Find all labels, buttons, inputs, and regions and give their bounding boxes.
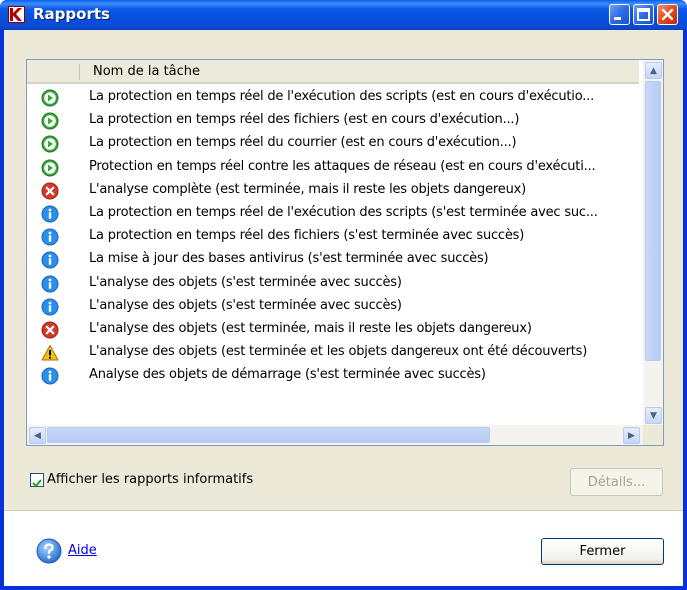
- error-icon: [41, 182, 59, 200]
- close-window-button[interactable]: [657, 4, 678, 25]
- scroll-left-button[interactable]: ◀: [29, 427, 46, 444]
- warning-icon: [41, 344, 59, 362]
- details-button[interactable]: Détails...: [570, 468, 663, 496]
- info-icon: [41, 205, 59, 223]
- minimize-button[interactable]: [609, 4, 630, 25]
- list-item[interactable]: L'analyse des objets (est terminée, mais…: [27, 319, 639, 341]
- list-item[interactable]: La protection en temps réel des fichiers…: [27, 226, 639, 248]
- scroll-up-button[interactable]: ▲: [645, 62, 662, 79]
- horizontal-scroll-thumb[interactable]: [47, 427, 490, 443]
- list-item[interactable]: La protection en temps réel de l'exécuti…: [27, 87, 639, 109]
- list-item-label: La mise à jour des bases antivirus (s'es…: [89, 251, 489, 267]
- info-icon: [41, 275, 59, 293]
- show-info-reports-label[interactable]: Afficher les rapports informatifs: [47, 472, 253, 487]
- list-item-label: L'analyse des objets (est terminée et le…: [89, 344, 588, 360]
- show-info-reports-checkbox[interactable]: [30, 473, 44, 488]
- title-bar[interactable]: Rapports: [0, 0, 687, 30]
- list-item[interactable]: Protection en temps réel contre les atta…: [27, 157, 639, 179]
- list-item-label: Protection en temps réel contre les atta…: [89, 158, 596, 174]
- list-item-label: L'analyse des objets (s'est terminée ave…: [89, 297, 402, 313]
- list-item[interactable]: L'analyse des objets (s'est terminée ave…: [27, 273, 639, 295]
- list-item-label: Analyse des objets de démarrage (s'est t…: [89, 367, 486, 383]
- list-item-label: La protection en temps réel de l'exécuti…: [89, 89, 595, 104]
- list-item-label: La protection en temps réel des fichiers…: [89, 112, 520, 128]
- info-icon: [41, 298, 59, 316]
- running-icon: [41, 89, 59, 107]
- info-icon: [41, 367, 59, 385]
- running-icon: [41, 159, 59, 177]
- list-item[interactable]: L'analyse complète (est terminée, mais i…: [27, 180, 639, 202]
- list-item-label: La protection en temps réel de l'exécuti…: [89, 205, 598, 220]
- task-report-list[interactable]: Nom de la tâche La protection en temps r…: [26, 59, 664, 446]
- vertical-scrollbar[interactable]: ▲ ▼: [643, 60, 663, 427]
- list-item[interactable]: L'analyse des objets (s'est terminée ave…: [27, 296, 639, 318]
- scroll-down-button[interactable]: ▼: [645, 407, 662, 424]
- column-separator[interactable]: [79, 64, 80, 80]
- kaspersky-app-icon: [8, 6, 25, 23]
- horizontal-scrollbar[interactable]: ◀ ▶: [27, 425, 663, 445]
- maximize-button[interactable]: [633, 4, 654, 25]
- list-item[interactable]: La protection en temps réel du courrier …: [27, 133, 639, 155]
- column-header-task-name[interactable]: Nom de la tâche: [93, 64, 200, 79]
- list-item[interactable]: La mise à jour des bases antivirus (s'es…: [27, 249, 639, 271]
- report-window: Rapports Nom de la tâche La protection e…: [0, 0, 687, 590]
- checkmark-icon: [32, 479, 42, 488]
- list-item-label: L'analyse des objets (est terminée, mais…: [89, 321, 532, 336]
- running-icon: [41, 112, 59, 130]
- list-item-label: L'analyse des objets (s'est terminée ave…: [89, 274, 402, 290]
- help-link[interactable]: Aide: [68, 543, 97, 558]
- scrollbar-corner: [643, 425, 663, 445]
- list-item[interactable]: La protection en temps réel des fichiers…: [27, 110, 639, 132]
- error-icon: [41, 321, 59, 339]
- help-icon[interactable]: [36, 538, 62, 564]
- window-title: Rapports: [33, 5, 110, 23]
- vertical-scroll-thumb[interactable]: [645, 81, 661, 361]
- info-icon: [41, 251, 59, 269]
- list-item[interactable]: Analyse des objets de démarrage (s'est t…: [27, 365, 639, 387]
- list-item[interactable]: La protection en temps réel de l'exécuti…: [27, 203, 639, 225]
- list-item-label: La protection en temps réel du courrier …: [89, 135, 517, 151]
- list-item-label: L'analyse complète (est terminée, mais i…: [89, 181, 526, 197]
- scroll-right-button[interactable]: ▶: [623, 427, 640, 444]
- running-icon: [41, 135, 59, 153]
- list-item[interactable]: L'analyse des objets (est terminée et le…: [27, 342, 639, 364]
- list-header: Nom de la tâche: [27, 60, 639, 84]
- info-icon: [41, 228, 59, 246]
- close-button[interactable]: Fermer: [541, 538, 664, 565]
- list-item-label: La protection en temps réel des fichiers…: [89, 228, 525, 244]
